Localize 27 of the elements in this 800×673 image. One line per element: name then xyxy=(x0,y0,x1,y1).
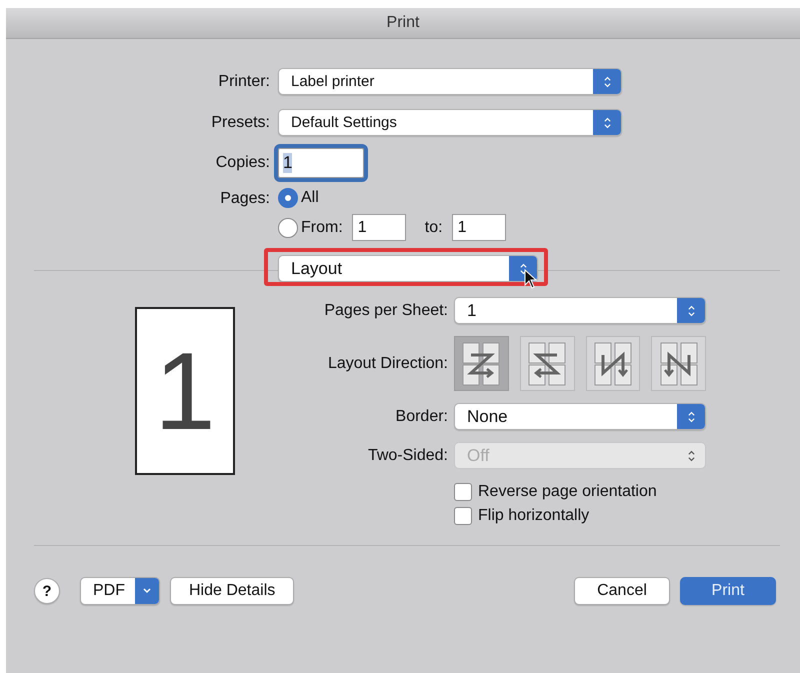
radio-label[interactable]: From: xyxy=(301,218,343,236)
field-label: to: xyxy=(424,218,443,236)
pdf-menu-button[interactable]: PDF xyxy=(80,577,160,605)
field-label: Pages: xyxy=(220,190,270,208)
field-label: Copies: xyxy=(216,154,270,172)
pages-per-sheet-select[interactable]: 1 xyxy=(454,297,706,324)
field-label: Layout Direction: xyxy=(328,354,448,372)
printer-select[interactable]: Label printer xyxy=(278,68,622,95)
field-label: Presets: xyxy=(211,114,270,132)
checkbox-label[interactable]: Flip horizontally xyxy=(478,507,590,525)
help-button[interactable]: ? xyxy=(34,578,60,604)
presets-select[interactable]: Default Settings xyxy=(278,109,622,136)
field-label: Pages per Sheet: xyxy=(324,302,448,320)
window-title: Print xyxy=(386,14,420,32)
print-button[interactable]: Print xyxy=(680,577,776,605)
preview-page-number: 1 xyxy=(154,328,216,454)
field-label: Border: xyxy=(396,408,448,426)
border-select[interactable]: None xyxy=(454,403,706,430)
radio-label[interactable]: All xyxy=(301,189,319,207)
hide-details-button[interactable]: Hide Details xyxy=(170,577,294,605)
section-select[interactable]: Layout xyxy=(278,255,538,282)
from-field[interactable]: 1 xyxy=(352,214,406,241)
field-label: Printer: xyxy=(218,72,270,90)
cancel-button[interactable]: Cancel xyxy=(574,577,670,605)
checkbox-label[interactable]: Reverse page orientation xyxy=(478,483,657,501)
to-field[interactable]: 1 xyxy=(452,214,506,241)
field-label: Two-Sided: xyxy=(368,446,448,464)
